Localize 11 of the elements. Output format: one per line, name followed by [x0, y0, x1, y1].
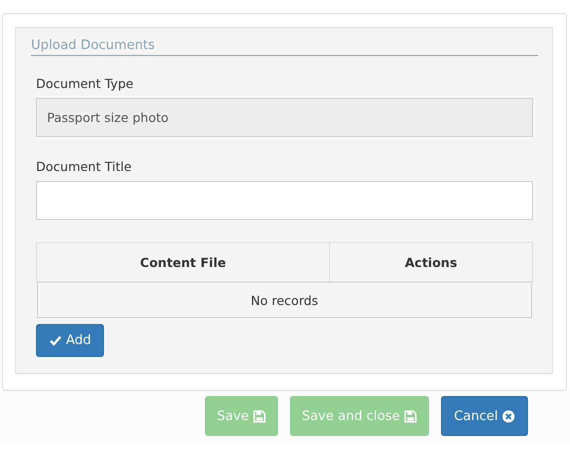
checkmark-icon: [49, 334, 62, 347]
field-label: Document Title: [36, 159, 133, 174]
close-circle-icon: [502, 410, 515, 422]
column-header: Actions: [404, 254, 458, 272]
input-field[interactable]: [36, 181, 533, 220]
action-button[interactable]: Cancel: [440, 396, 528, 436]
section-legend: Upload Documents: [31, 38, 538, 56]
column-header: Content File: [37, 243, 330, 281]
field-label: Document Type: [36, 76, 134, 91]
add-button[interactable]: Add: [36, 324, 104, 357]
empty-row: No records: [37, 283, 532, 318]
